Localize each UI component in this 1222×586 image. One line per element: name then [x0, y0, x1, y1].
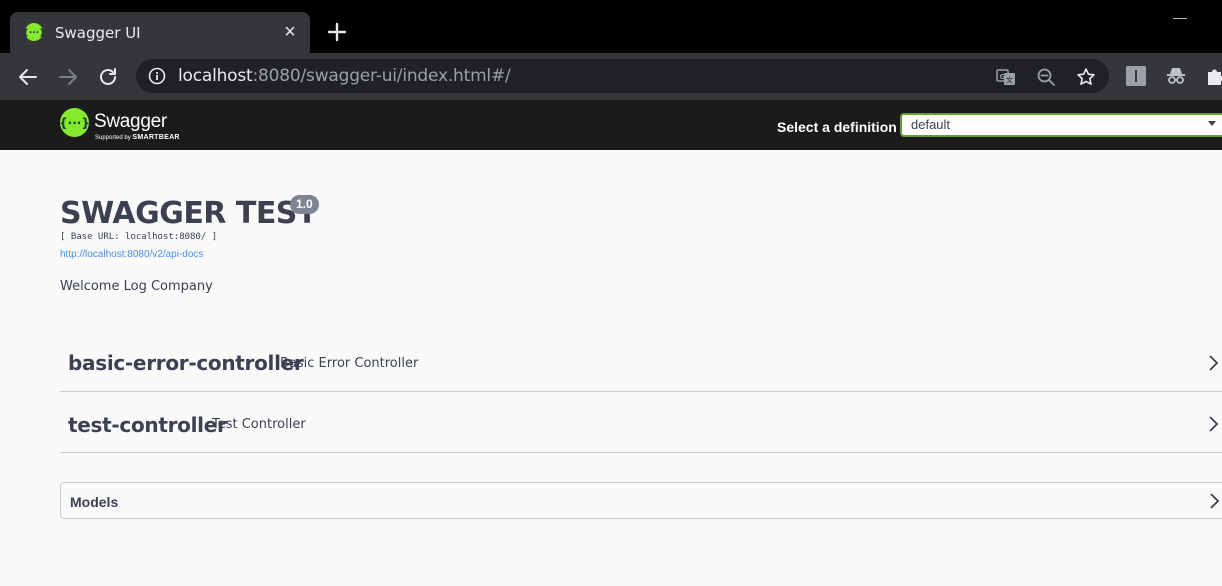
address-url[interactable]: localhost:8080/swagger-ui/index.html#/	[178, 66, 511, 86]
tag-description: Basic Error Controller	[280, 356, 419, 371]
swagger-logo-text[interactable]: Swagger	[94, 111, 167, 133]
chevron-right-icon[interactable]	[1208, 354, 1220, 372]
puzzle-extensions-icon[interactable]	[1205, 65, 1222, 87]
models-section[interactable]: Models	[60, 482, 1222, 519]
url-host: localhost	[178, 66, 253, 86]
version-badge: 1.0	[290, 195, 319, 214]
browser-tabstrip: {···} Swagger UI ×	[0, 0, 1222, 53]
logo-sub-brand: SMARTBEAR	[132, 134, 180, 141]
translate-icon[interactable]: G 文	[996, 67, 1016, 87]
window-minimize-icon[interactable]	[1173, 18, 1187, 19]
address-bar[interactable]: localhost:8080/swagger-ui/index.html#/ G…	[136, 59, 1109, 93]
tag-basic-error-controller[interactable]: basic-error-controller Basic Error Contr…	[60, 334, 1222, 392]
api-title: SWAGGER TEST	[60, 196, 317, 231]
api-docs-link[interactable]: http://localhost:8080/v2/api-docs	[60, 249, 203, 260]
back-arrow-icon[interactable]	[16, 65, 40, 89]
incognito-icon[interactable]	[1165, 65, 1187, 87]
tag-test-controller[interactable]: test-controller Test Controller	[60, 395, 1222, 453]
api-description: Welcome Log Company	[60, 279, 213, 294]
tag-description: Test Controller	[212, 417, 306, 432]
definition-label: Select a definition	[777, 119, 897, 135]
extension-i-icon[interactable]	[1125, 65, 1147, 87]
chevron-right-icon[interactable]	[1209, 492, 1221, 510]
definition-selected-value: default	[911, 117, 951, 132]
swagger-favicon-icon: {···}	[25, 23, 43, 41]
tag-name: basic-error-controller	[68, 351, 304, 375]
base-url: [ Base URL: localhost:8080/ ]	[60, 232, 218, 242]
svg-text:文: 文	[1006, 76, 1013, 85]
browser-tab[interactable]: {···} Swagger UI ×	[10, 12, 310, 53]
logo-sub-prefix: Supported by	[95, 135, 133, 141]
dropdown-caret-icon	[1208, 121, 1216, 126]
forward-arrow-icon[interactable]	[56, 65, 80, 89]
bookmark-star-icon[interactable]	[1076, 67, 1096, 87]
svg-text:{···}: {···}	[60, 116, 89, 130]
definition-select[interactable]: default	[900, 113, 1222, 137]
reload-icon[interactable]	[96, 65, 120, 89]
zoom-out-icon[interactable]	[1036, 67, 1056, 87]
models-title: Models	[70, 494, 119, 510]
chevron-right-icon[interactable]	[1208, 415, 1220, 433]
swagger-logo-icon[interactable]: {···}	[60, 108, 89, 137]
tab-close-icon[interactable]: ×	[282, 22, 298, 42]
browser-toolbar: localhost:8080/swagger-ui/index.html#/ G…	[0, 53, 1222, 100]
url-path: :8080/swagger-ui/index.html#/	[252, 66, 511, 86]
new-tab-plus-icon[interactable]	[325, 20, 349, 44]
site-info-icon[interactable]	[148, 67, 166, 85]
tag-name: test-controller	[68, 413, 227, 437]
swagger-topbar: {···} Swagger Supported by SMARTBEAR Sel…	[0, 100, 1222, 150]
tab-title: Swagger UI	[55, 24, 141, 42]
swagger-logo-subtitle: Supported by SMARTBEAR	[95, 134, 180, 141]
svg-text:{···}: {···}	[25, 29, 43, 39]
svg-text:G: G	[1000, 73, 1006, 81]
